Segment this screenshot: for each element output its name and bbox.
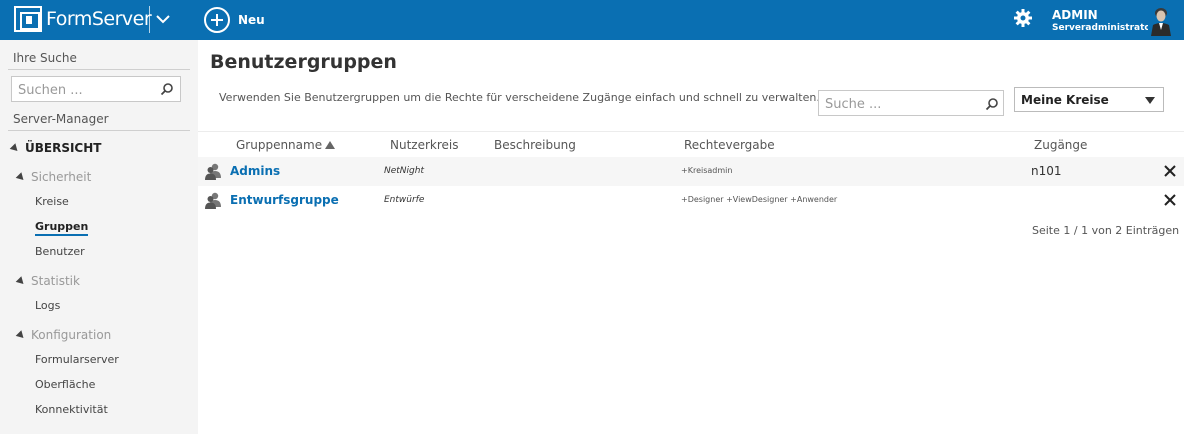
sidebar-item-logs[interactable]: Logs: [35, 299, 60, 312]
formserver-logo-icon: [14, 6, 42, 32]
sidebar-item-gruppen[interactable]: Gruppen: [35, 220, 89, 236]
divider: [8, 69, 190, 70]
sidebar: Ihre Suche Suchen ... Server-Manager ÜBE…: [0, 40, 198, 434]
server-manager-heading: Server-Manager: [13, 112, 109, 126]
sort-ascending-icon: [325, 141, 336, 149]
sidebar-section-statistics[interactable]: Statistik: [15, 274, 80, 288]
close-icon[interactable]: [1163, 193, 1177, 207]
sidebar-section-configuration[interactable]: Konfiguration: [15, 328, 112, 342]
column-header-rechtevergabe[interactable]: Rechtevergabe: [684, 138, 775, 152]
section-label: Sicherheit: [31, 170, 92, 184]
sidebar-search-input[interactable]: Suchen ...: [11, 76, 181, 102]
group-icon: [205, 163, 221, 180]
plus-circle-icon: [204, 7, 230, 33]
page-title: Benutzergruppen: [210, 51, 397, 73]
circle-filter-value: Meine Kreise: [1021, 93, 1109, 107]
group-name-link[interactable]: Entwurfsgruppe: [230, 193, 339, 207]
new-button-label: Neu: [238, 13, 265, 27]
user-avatar-icon[interactable]: [1148, 4, 1174, 36]
table-row[interactable]: Admins NetNight +Kreisadmin n101: [198, 157, 1184, 186]
expand-triangle-icon: [15, 171, 27, 183]
sidebar-item-formularserver[interactable]: Formularserver: [35, 353, 119, 366]
close-icon[interactable]: [1163, 164, 1177, 178]
group-name-link[interactable]: Admins: [230, 164, 280, 178]
group-search-placeholder: Suche ...: [825, 97, 882, 112]
expand-triangle-icon: [15, 275, 27, 287]
pagination-info: Seite 1 / 1 von 2 Einträgen: [1032, 224, 1180, 237]
expand-triangle-icon: [15, 329, 27, 341]
logo-divider: [149, 6, 150, 33]
column-header-nutzerkreis[interactable]: Nutzerkreis: [390, 138, 459, 152]
top-bar: FormServer Neu ADMIN Serveradministrator: [0, 0, 1184, 40]
table-row[interactable]: Entwurfsgruppe Entwürfe +Designer +ViewD…: [198, 186, 1184, 215]
column-header-zugaenge[interactable]: Zugänge: [1034, 138, 1087, 152]
column-header-beschreibung[interactable]: Beschreibung: [494, 138, 576, 152]
page-description: Verwenden Sie Benutzergruppen um die Rec…: [219, 91, 820, 104]
sidebar-item-benutzer[interactable]: Benutzer: [35, 245, 85, 258]
sidebar-item-kreise[interactable]: Kreise: [35, 195, 69, 208]
sidebar-item-oberflaeche[interactable]: Oberfläche: [35, 378, 95, 391]
group-access: n101: [1031, 164, 1062, 178]
section-label: Statistik: [31, 274, 80, 288]
logo-text: FormServer: [46, 8, 152, 30]
search-icon[interactable]: [985, 97, 999, 111]
sidebar-section-overview[interactable]: ÜBERSICHT: [9, 141, 102, 155]
section-label: Konfiguration: [31, 328, 112, 342]
user-name: ADMIN: [1052, 8, 1098, 22]
sidebar-section-security[interactable]: Sicherheit: [15, 170, 92, 184]
group-circle: Entwürfe: [384, 195, 425, 205]
app-logo[interactable]: FormServer: [14, 5, 152, 33]
search-icon[interactable]: [160, 82, 174, 96]
sidebar-search-heading: Ihre Suche: [13, 51, 77, 65]
sidebar-item-konnektivitaet[interactable]: Konnektivität: [35, 403, 108, 416]
table-header: Gruppenname Nutzerkreis Beschreibung Rec…: [198, 131, 1184, 156]
overview-label: ÜBERSICHT: [25, 141, 102, 155]
user-info[interactable]: ADMIN Serveradministrator: [1052, 8, 1155, 34]
group-rights: +Kreisadmin: [681, 166, 733, 175]
column-header-gruppenname[interactable]: Gruppenname: [236, 138, 336, 152]
group-circle: NetNight: [384, 166, 424, 176]
gear-icon[interactable]: [1013, 8, 1033, 28]
sidebar-search-placeholder: Suchen ...: [18, 83, 83, 98]
group-rights: +Designer +ViewDesigner +Anwender: [681, 195, 838, 204]
chevron-down-icon[interactable]: [155, 9, 171, 29]
new-button[interactable]: Neu: [204, 6, 265, 34]
group-search-input[interactable]: Suche ...: [818, 90, 1004, 116]
circle-filter-select[interactable]: Meine Kreise: [1014, 87, 1164, 112]
divider: [8, 130, 190, 131]
expand-triangle-icon: [9, 142, 21, 154]
dropdown-caret-icon: [1145, 97, 1155, 104]
column-label: Gruppenname: [236, 138, 323, 152]
group-icon: [205, 192, 221, 209]
user-role: Serveradministrator: [1052, 23, 1155, 33]
